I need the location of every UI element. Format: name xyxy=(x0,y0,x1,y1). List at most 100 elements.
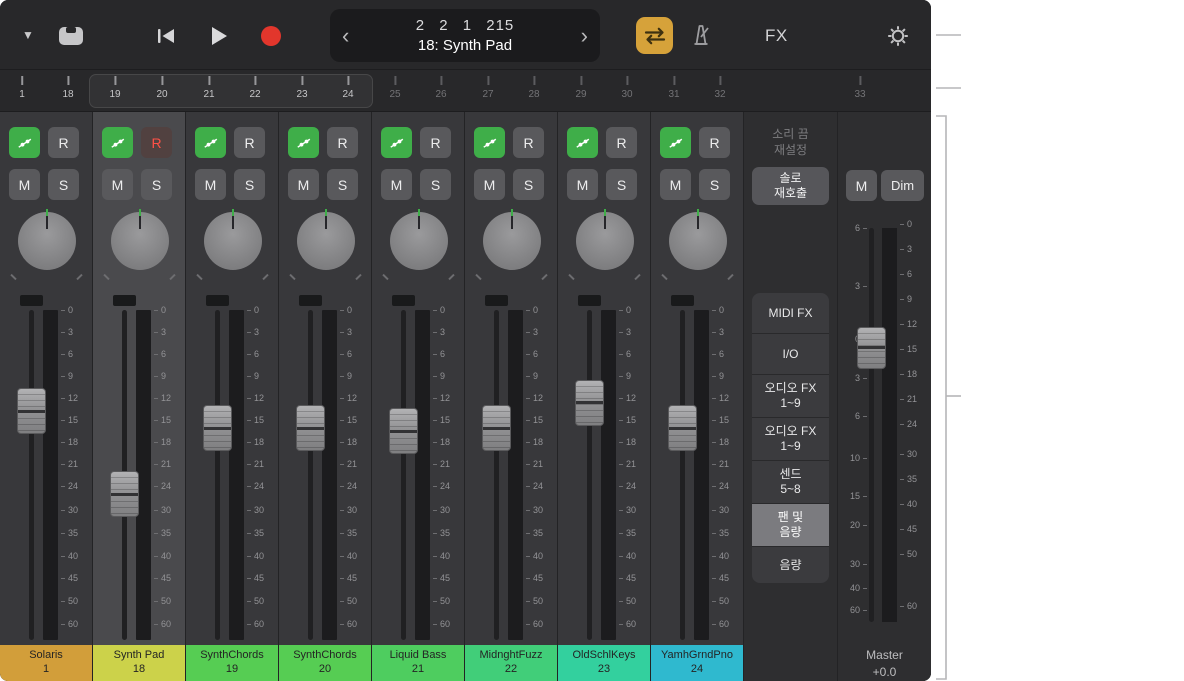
pan-knob-dial[interactable] xyxy=(668,209,727,270)
pan-knob-dial[interactable] xyxy=(296,209,355,270)
solo-button[interactable]: S xyxy=(327,169,358,200)
pan-knob[interactable] xyxy=(93,209,186,281)
channel-label[interactable]: YamhGrndPno 24 xyxy=(651,645,743,681)
mute-button[interactable]: M xyxy=(474,169,505,200)
ruler-tick-26[interactable]: 26 xyxy=(435,76,447,100)
pan-knob[interactable] xyxy=(186,209,279,281)
channel-label[interactable]: OldSchlKeys 23 xyxy=(558,645,650,681)
disclosure-triangle-icon[interactable]: ▼ xyxy=(22,28,34,42)
automation-button[interactable] xyxy=(9,127,40,158)
fader-cap[interactable] xyxy=(482,405,511,452)
record-enable-button[interactable]: R xyxy=(48,127,79,158)
pan-knob[interactable] xyxy=(0,209,93,281)
ruler-tick-29[interactable]: 29 xyxy=(575,76,587,100)
channel-label[interactable]: SynthChords 20 xyxy=(279,645,371,681)
channel-label[interactable]: Liquid Bass 21 xyxy=(372,645,464,681)
pan-knob-dial[interactable] xyxy=(389,209,448,270)
master-fader-cap[interactable] xyxy=(857,326,886,369)
skip-to-beginning-button[interactable] xyxy=(155,27,177,45)
lcd-display[interactable]: ‹ 2 2 1 215 18: Synth Pad › xyxy=(330,9,600,62)
pan-knob[interactable] xyxy=(558,209,651,281)
channel-label[interactable]: MidnghtFuzz 22 xyxy=(465,645,557,681)
pan-knob[interactable] xyxy=(372,209,465,281)
inspector-section-1[interactable]: I/O xyxy=(752,334,829,375)
record-enable-button[interactable]: R xyxy=(327,127,358,158)
fader-cap[interactable] xyxy=(296,405,325,452)
mute-button[interactable]: M xyxy=(381,169,412,200)
fader-cap[interactable] xyxy=(575,379,604,426)
cycle-button[interactable] xyxy=(636,17,673,54)
channel-label[interactable]: SynthChords 19 xyxy=(186,645,278,681)
ruler-tick-33[interactable]: 33 xyxy=(854,76,866,100)
solo-button[interactable]: S xyxy=(234,169,265,200)
ruler-tick-28[interactable]: 28 xyxy=(528,76,540,100)
inspector-section-2[interactable]: 오디오 FX 1~9 xyxy=(752,375,829,418)
pan-knob[interactable] xyxy=(465,209,558,281)
ruler-tick-19[interactable]: 19 xyxy=(109,76,121,100)
ruler-tick-32[interactable]: 32 xyxy=(714,76,726,100)
automation-button[interactable] xyxy=(567,127,598,158)
automation-button[interactable] xyxy=(288,127,319,158)
record-enable-button[interactable]: R xyxy=(699,127,730,158)
solo-button[interactable]: S xyxy=(606,169,637,200)
automation-button[interactable] xyxy=(381,127,412,158)
automation-button[interactable] xyxy=(474,127,505,158)
pan-knob[interactable] xyxy=(279,209,372,281)
mute-button[interactable]: M xyxy=(660,169,691,200)
next-chevron-icon[interactable]: › xyxy=(569,24,600,47)
play-button[interactable] xyxy=(209,25,229,47)
ruler-tick-25[interactable]: 25 xyxy=(389,76,401,100)
solo-button[interactable]: S xyxy=(141,169,172,200)
inspector-section-4[interactable]: 센드 5~8 xyxy=(752,461,829,504)
automation-button[interactable] xyxy=(660,127,691,158)
fader-cap[interactable] xyxy=(110,471,139,518)
pan-knob-dial[interactable] xyxy=(482,209,541,270)
record-enable-button[interactable]: R xyxy=(513,127,544,158)
solo-button[interactable]: S xyxy=(513,169,544,200)
pan-knob-dial[interactable] xyxy=(203,209,262,270)
ruler-tick-24[interactable]: 24 xyxy=(342,76,354,100)
ruler-tick-21[interactable]: 21 xyxy=(203,76,215,100)
mute-button[interactable]: M xyxy=(9,169,40,200)
inspector-section-5[interactable]: 팬 및 음량 xyxy=(752,504,829,547)
ruler-tick-30[interactable]: 30 xyxy=(621,76,633,100)
pan-knob-dial[interactable] xyxy=(110,209,169,270)
master-dim-button[interactable]: Dim xyxy=(881,170,924,201)
fader-cap[interactable] xyxy=(668,405,697,452)
record-button[interactable] xyxy=(261,26,281,46)
record-enable-button[interactable]: R xyxy=(141,127,172,158)
ruler-tick-27[interactable]: 27 xyxy=(482,76,494,100)
solo-button[interactable]: S xyxy=(699,169,730,200)
channel-ruler[interactable]: 1 18 19 20 21 22 23 24 25 26 27 28 29 30 31 32 33 xyxy=(0,70,931,112)
pan-knob[interactable] xyxy=(651,209,744,281)
mute-button[interactable]: M xyxy=(102,169,133,200)
record-enable-button[interactable]: R xyxy=(234,127,265,158)
ruler-tick-1[interactable]: 1 xyxy=(19,76,25,100)
channel-label[interactable]: Synth Pad 18 xyxy=(93,645,185,681)
ruler-tick-18[interactable]: 18 xyxy=(62,76,74,100)
metronome-icon[interactable] xyxy=(688,22,714,48)
automation-button[interactable] xyxy=(102,127,133,158)
pan-knob-dial[interactable] xyxy=(575,209,634,270)
pan-knob-dial[interactable] xyxy=(17,209,76,270)
ruler-tick-22[interactable]: 22 xyxy=(249,76,261,100)
automation-button[interactable] xyxy=(195,127,226,158)
inspector-section-0[interactable]: MIDI FX xyxy=(752,293,829,334)
fader-cap[interactable] xyxy=(389,408,418,455)
fx-label[interactable]: FX xyxy=(765,26,788,46)
record-enable-button[interactable]: R xyxy=(420,127,451,158)
previous-chevron-icon[interactable]: ‹ xyxy=(330,24,361,47)
ruler-tick-23[interactable]: 23 xyxy=(296,76,308,100)
ruler-tick-31[interactable]: 31 xyxy=(668,76,680,100)
settings-gear-icon[interactable] xyxy=(886,24,910,48)
mute-button[interactable]: M xyxy=(288,169,319,200)
browser-icon[interactable] xyxy=(58,26,84,46)
inspector-section-3[interactable]: 오디오 FX 1~9 xyxy=(752,418,829,461)
solo-recall-button[interactable]: 솔로 재호출 xyxy=(752,167,829,205)
solo-button[interactable]: S xyxy=(420,169,451,200)
mute-button[interactable]: M xyxy=(195,169,226,200)
inspector-section-6[interactable]: 음량 xyxy=(752,547,829,583)
fader-cap[interactable] xyxy=(203,405,232,452)
solo-button[interactable]: S xyxy=(48,169,79,200)
channel-label[interactable]: Solaris 1 xyxy=(0,645,92,681)
